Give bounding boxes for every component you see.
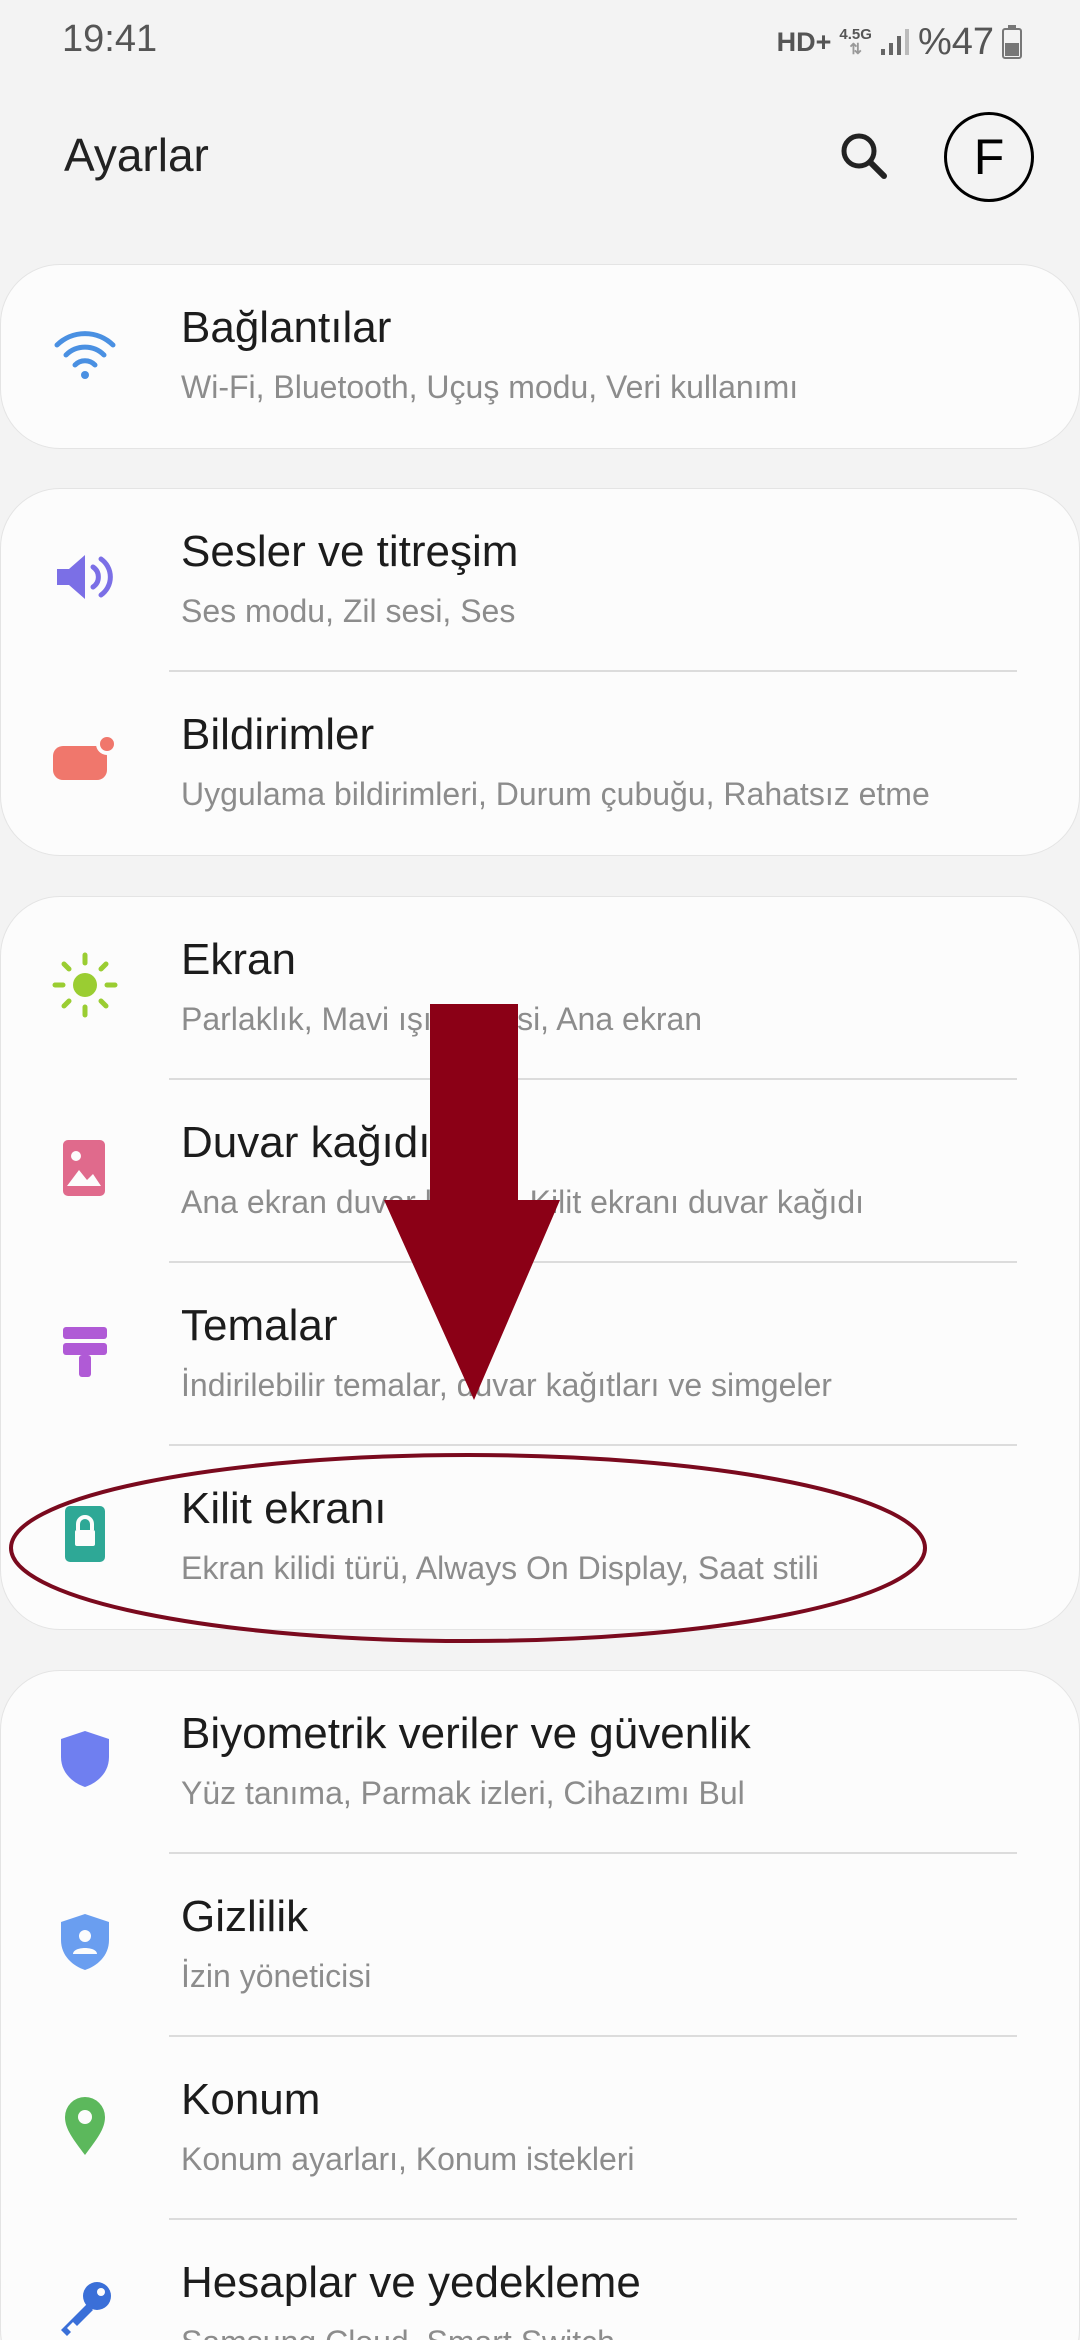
settings-card-display: Ekran Parlaklık, Mavi ışık filtresi, Ana… <box>0 896 1080 1630</box>
item-subtitle: Parlaklık, Mavi ışık filtresi, Ana ekran <box>181 1001 703 1037</box>
network-label: HD+ <box>776 26 832 57</box>
wallpaper-icon <box>51 1134 119 1202</box>
avatar-letter: F <box>973 129 1005 185</box>
item-title: Bağlantılar <box>181 303 392 352</box>
settings-card-sound: Sesler ve titreşim Ses modu, Zil sesi, S… <box>0 488 1080 856</box>
item-title: Hesaplar ve yedekleme <box>181 2258 641 2307</box>
item-title: Bildirimler <box>181 710 375 759</box>
settings-item-sounds[interactable]: Sesler ve titreşim Ses modu, Zil sesi, S… <box>1 489 1079 672</box>
item-title: Gizlilik <box>181 1892 309 1941</box>
settings-card-security: Biyometrik veriler ve güvenlik Yüz tanım… <box>0 1670 1080 2340</box>
item-subtitle: Konum ayarları, Konum istekleri <box>181 2141 635 2177</box>
battery-icon <box>1002 25 1022 59</box>
item-title: Sesler ve titreşim <box>181 527 519 576</box>
brightness-icon <box>51 951 119 1019</box>
settings-item-biometrics[interactable]: Biyometrik veriler ve güvenlik Yüz tanım… <box>1 1671 1079 1854</box>
signal-icon <box>880 29 909 55</box>
item-subtitle: Ses modu, Zil sesi, Ses <box>181 593 516 629</box>
item-subtitle: İzin yöneticisi <box>181 1958 372 1994</box>
item-subtitle: Samsung Cloud, Smart Switch <box>181 2324 615 2340</box>
themes-icon <box>51 1317 119 1385</box>
item-subtitle: Ekran kilidi türü, Always On Display, Sa… <box>181 1550 819 1586</box>
key-icon <box>51 2274 119 2340</box>
settings-item-wallpaper[interactable]: Duvar kağıdı Ana ekran duvar kağıdı, Kil… <box>1 1080 1079 1263</box>
item-subtitle: Uygulama bildirimleri, Durum çubuğu, Rah… <box>181 776 930 812</box>
search-icon <box>841 133 887 179</box>
generation-label: 4.5G <box>839 26 872 43</box>
shield-icon <box>51 1725 119 1793</box>
settings-item-themes[interactable]: Temalar İndirilebilir temalar, duvar kağ… <box>1 1263 1079 1446</box>
item-title: Temalar <box>181 1301 338 1350</box>
notification-icon <box>51 726 119 794</box>
settings-screen: 19:41 HD+ 4.5G ⇅ %47 Ayarlar F Bağlantıl… <box>0 0 1080 2340</box>
item-subtitle: İndirilebilir temalar, duvar kağıtları v… <box>181 1367 832 1403</box>
item-title: Biyometrik veriler ve güvenlik <box>181 1709 751 1758</box>
volume-icon <box>51 543 119 611</box>
profile-avatar-button[interactable]: F <box>944 112 1034 202</box>
item-title: Kilit ekranı <box>181 1484 387 1533</box>
generation-indicator: 4.5G ⇅ <box>839 27 872 57</box>
settings-item-location[interactable]: Konum Konum ayarları, Konum istekleri <box>1 2037 1079 2220</box>
search-button[interactable] <box>832 124 896 188</box>
settings-item-display[interactable]: Ekran Parlaklık, Mavi ışık filtresi, Ana… <box>1 897 1079 1080</box>
location-icon <box>51 2091 119 2159</box>
item-subtitle: Ana ekran duvar kağıdı, Kilit ekranı duv… <box>181 1184 865 1220</box>
settings-item-lock-screen[interactable]: Kilit ekranı Ekran kilidi türü, Always O… <box>1 1446 1079 1629</box>
status-indicators: HD+ 4.5G ⇅ %47 <box>777 18 1022 66</box>
app-header: Ayarlar F <box>0 100 1080 220</box>
settings-item-privacy[interactable]: Gizlilik İzin yöneticisi <box>1 1854 1079 2037</box>
item-subtitle: Wi-Fi, Bluetooth, Uçuş modu, Veri kullan… <box>181 369 799 405</box>
lock-icon <box>51 1500 119 1568</box>
status-time: 19:41 <box>62 18 158 60</box>
data-arrows-icon: ⇅ <box>849 41 862 58</box>
item-subtitle: Yüz tanıma, Parmak izleri, Cihazımı Bul <box>181 1775 745 1811</box>
settings-card-connections: Bağlantılar Wi-Fi, Bluetooth, Uçuş modu,… <box>0 264 1080 449</box>
settings-item-notifications[interactable]: Bildirimler Uygulama bildirimleri, Durum… <box>1 672 1079 855</box>
settings-item-accounts-backup[interactable]: Hesaplar ve yedekleme Samsung Cloud, Sma… <box>1 2220 1079 2340</box>
battery-percentage: %47 <box>917 20 994 63</box>
privacy-icon <box>51 1908 119 1976</box>
item-title: Ekran <box>181 935 296 984</box>
settings-item-connections[interactable]: Bağlantılar Wi-Fi, Bluetooth, Uçuş modu,… <box>1 265 1079 448</box>
item-title: Konum <box>181 2075 321 2124</box>
status-bar: 19:41 HD+ 4.5G ⇅ %47 <box>0 0 1080 84</box>
item-title: Duvar kağıdı <box>181 1118 431 1167</box>
page-title: Ayarlar <box>64 129 209 181</box>
wifi-icon <box>51 319 119 387</box>
